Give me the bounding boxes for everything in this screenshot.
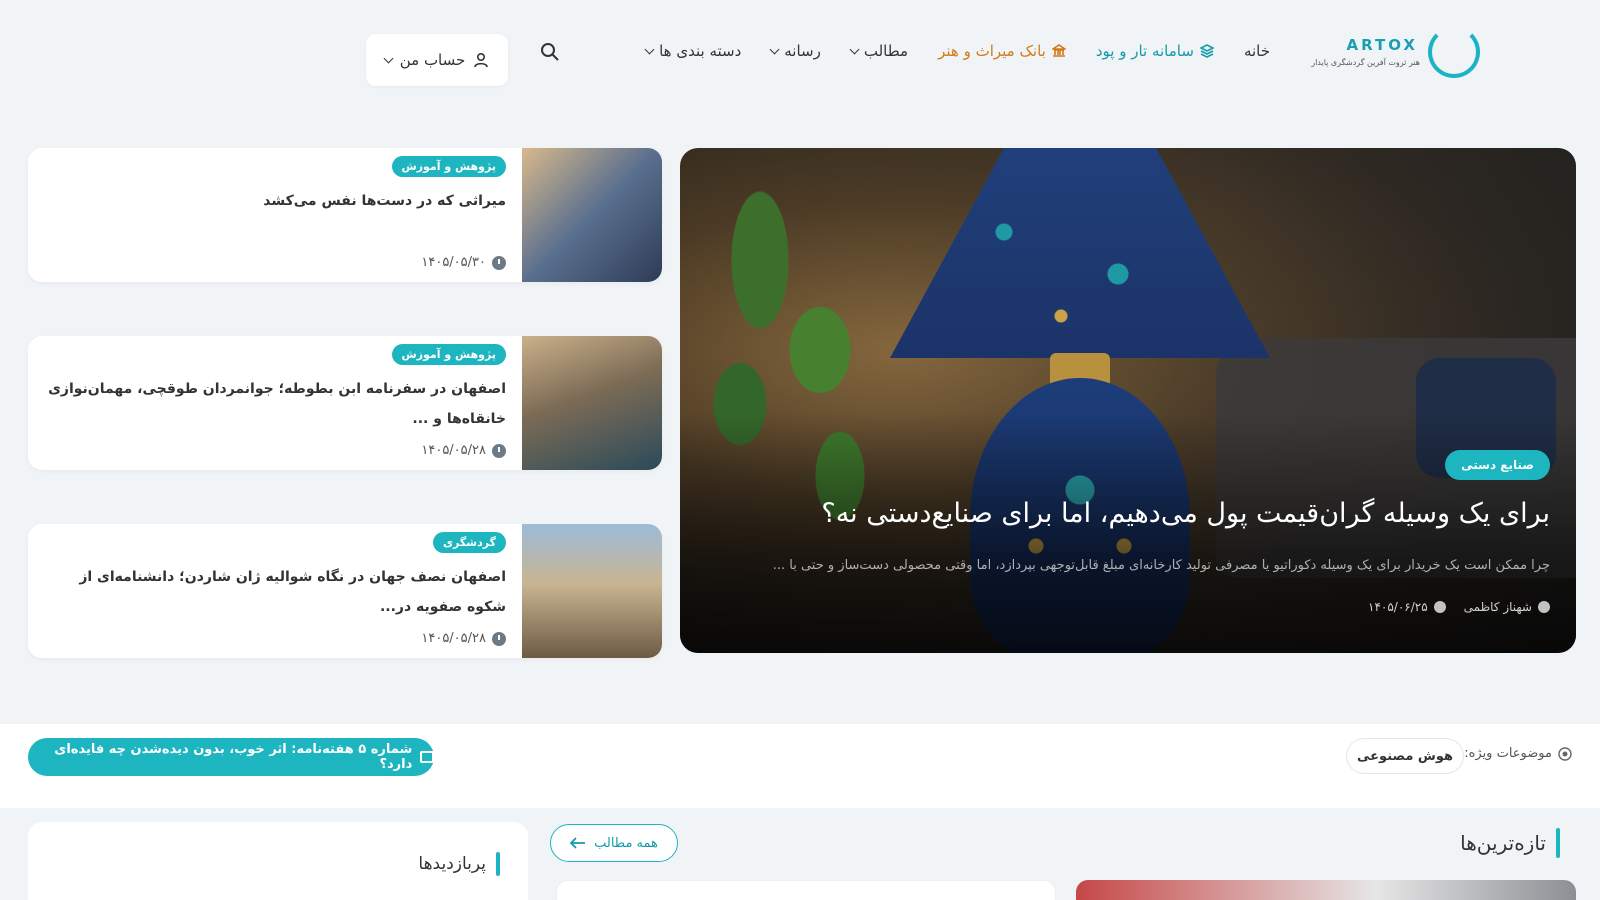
nav-tar-o-pud[interactable]: سامانه تار و پود — [1096, 42, 1214, 60]
post-title[interactable]: میراثی که در دست‌ها نفس می‌کشد — [46, 186, 506, 216]
hero-overlay — [680, 413, 1576, 653]
hero-author: شهناز کاظمی — [1464, 600, 1550, 614]
chevron-down-icon — [644, 44, 655, 54]
side-post-card[interactable]: گردشگری اصفهان نصف جهان در نگاه شوالیه ژ… — [28, 524, 662, 658]
post-date-text: ۱۴۰۵/۰۵/۲۸ — [421, 443, 486, 458]
nav-home-label: خانه — [1243, 42, 1270, 60]
user-icon — [1538, 601, 1550, 613]
logo-mark — [1428, 26, 1480, 78]
main-nav: خانه سامانه تار و پود بانک میراث و هنر م… — [644, 42, 1270, 60]
most-viewed-title-text: پربازدیدها — [418, 854, 486, 874]
post-date: ۱۴۰۵/۰۵/۲۸ — [421, 443, 506, 458]
hero-category-badge[interactable]: صنایع دستی — [1445, 450, 1550, 480]
post-category-badge[interactable]: گردشگری — [432, 532, 506, 553]
all-posts-button[interactable]: همه مطالب — [550, 824, 678, 862]
hero-meta: شهناز کاظمی ۱۴۰۵/۰۶/۲۵ — [1368, 600, 1550, 614]
nav-heritage-bank[interactable]: بانک میراث و هنر — [938, 42, 1066, 60]
latest-title-text: تازه‌ترین‌ها — [1460, 831, 1546, 855]
post-title[interactable]: اصفهان نصف جهان در نگاه شوالیه ژان شاردن… — [46, 562, 506, 622]
post-date-text: ۱۴۰۵/۰۵/۲۸ — [421, 631, 486, 646]
clock-icon — [492, 443, 506, 458]
topics-label-text: موضوعات ویژه: — [1464, 746, 1552, 761]
hero-date: ۱۴۰۵/۰۶/۲۵ — [1368, 600, 1446, 614]
post-date: ۱۴۰۵/۰۵/۳۰ — [421, 255, 506, 270]
nav-heritage-bank-label: بانک میراث و هنر — [938, 42, 1046, 60]
hero-featured-post[interactable]: صنایع دستی برای یک وسیله گران‌قیمت پول م… — [680, 148, 1576, 653]
post-date-text: ۱۴۰۵/۰۵/۳۰ — [421, 255, 486, 270]
site-logo[interactable]: ARTOX هنر ثروت آفرین گردشگری پایدار — [1300, 26, 1480, 82]
clock-icon — [1433, 601, 1446, 613]
post-thumbnail[interactable] — [522, 148, 662, 282]
post-date: ۱۴۰۵/۰۵/۲۸ — [421, 631, 506, 646]
latest-post-card[interactable] — [556, 880, 1056, 900]
topic-chip-ai[interactable]: هوش مصنوعی — [1346, 738, 1464, 774]
chevron-down-icon — [769, 44, 780, 54]
arrow-left-icon — [570, 837, 586, 849]
logo-word: ARTOX — [1346, 36, 1418, 54]
post-thumbnail[interactable] — [522, 336, 662, 470]
site-header: ARTOX هنر ثروت آفرین گردشگری پایدار خانه… — [0, 0, 1600, 118]
nav-articles-label: مطالب — [863, 42, 909, 60]
nav-home[interactable]: خانه — [1244, 42, 1270, 60]
search-button[interactable] — [536, 42, 560, 66]
clock-icon — [492, 255, 506, 270]
latest-section-title: تازه‌ترین‌ها — [1460, 828, 1560, 858]
newsletter-button[interactable]: شماره ۵ هفته‌نامه: اثر خوب، بدون دیده‌شد… — [28, 738, 434, 776]
most-viewed-panel: پربازدیدها — [28, 822, 528, 900]
nav-tar-o-pud-label: سامانه تار و پود — [1095, 42, 1194, 60]
chevron-down-icon — [383, 53, 394, 63]
layers-icon — [1199, 44, 1214, 58]
side-post-card[interactable]: پژوهش و آموزش میراثی که در دست‌ها نفس می… — [28, 148, 662, 282]
nav-articles[interactable]: مطالب — [849, 42, 909, 60]
account-button[interactable]: حساب من — [366, 34, 508, 86]
hero-title[interactable]: برای یک وسیله گران‌قیمت پول می‌دهیم، اما… — [821, 498, 1550, 529]
account-label: حساب من — [399, 51, 466, 69]
nav-media-label: رسانه — [784, 42, 821, 60]
title-accent-bar — [496, 852, 500, 876]
side-post-card[interactable]: پژوهش و آموزش اصفهان در سفرنامه ابن بطوط… — [28, 336, 662, 470]
user-icon — [474, 52, 489, 68]
newspaper-icon — [420, 751, 434, 763]
title-accent-bar — [1556, 828, 1560, 858]
nav-media[interactable]: رسانه — [769, 42, 821, 60]
featured-topics-strip: موضوعات ویژه: هوش مصنوعی شماره ۵ هفته‌نا… — [0, 724, 1600, 808]
hero-excerpt: چرا ممکن است یک خریدار برای یک وسیله دکو… — [772, 558, 1550, 573]
topics-label: موضوعات ویژه: — [1464, 746, 1572, 761]
post-title[interactable]: اصفهان در سفرنامه ابن بطوطه؛ جوانمردان ط… — [46, 374, 506, 434]
latest-post-card[interactable] — [1076, 880, 1576, 900]
all-posts-label: همه مطالب — [594, 835, 658, 851]
hero-author-name: شهناز کاظمی — [1463, 600, 1532, 614]
target-icon — [1558, 746, 1572, 761]
post-category-badge[interactable]: پژوهش و آموزش — [391, 344, 506, 365]
newsletter-label: شماره ۵ هفته‌نامه: اثر خوب، بدون دیده‌شد… — [54, 742, 413, 772]
chevron-down-icon — [849, 44, 860, 54]
logo-tagline: هنر ثروت آفرین گردشگری پایدار — [1311, 58, 1420, 67]
clock-icon — [492, 631, 506, 646]
post-thumbnail[interactable] — [522, 524, 662, 658]
search-icon — [541, 43, 559, 61]
post-category-badge[interactable]: پژوهش و آموزش — [391, 156, 506, 177]
nav-categories[interactable]: دسته بندی ها — [644, 42, 742, 60]
bank-icon — [1051, 44, 1066, 57]
most-viewed-title: پربازدیدها — [418, 852, 500, 876]
nav-categories-label: دسته بندی ها — [659, 42, 742, 60]
hero-date-text: ۱۴۰۵/۰۶/۲۵ — [1368, 600, 1428, 614]
